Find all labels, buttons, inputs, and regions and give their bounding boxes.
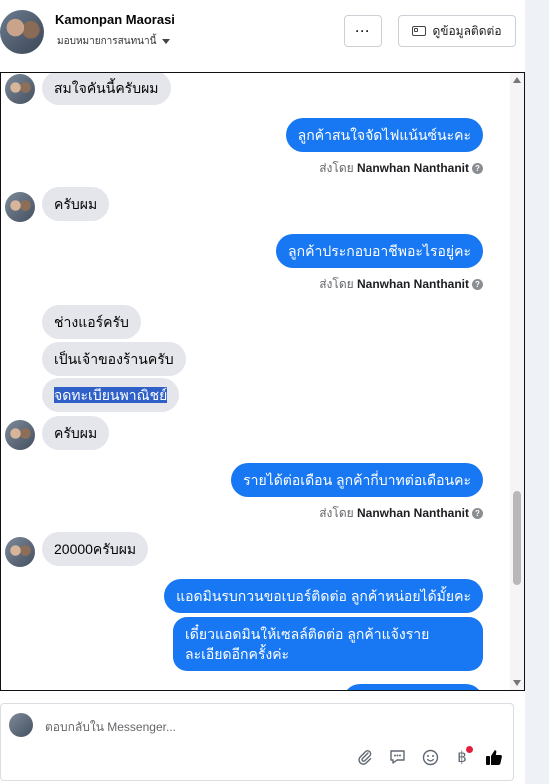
assign-conversation-dropdown[interactable]: มอบหมายการสนทนานี้ — [57, 34, 171, 49]
view-contact-label: ดูข้อมูลติดต่อ — [432, 23, 502, 38]
scroll-up-icon[interactable] — [513, 77, 521, 83]
info-icon[interactable]: ? — [472, 279, 483, 291]
scroll-down-icon[interactable] — [513, 680, 521, 686]
contact-name[interactable]: Kamonpan Maorasi — [55, 12, 175, 27]
selected-text: จดทะเบียนพาณิชย์ — [54, 387, 168, 403]
outgoing-message[interactable]: รายได้ต่อเดือน ลูกค้ากี่บาทต่อเดือนคะ — [231, 463, 483, 497]
incoming-message[interactable]: สมใจคันนี้ครับผม — [42, 73, 171, 105]
incoming-message[interactable]: ครับผม — [42, 187, 110, 221]
outgoing-message-partial[interactable] — [343, 684, 483, 690]
sender-avatar — [5, 537, 35, 567]
reply-composer[interactable]: ตอบกลับใน Messenger... ฿ — [0, 703, 514, 781]
info-icon[interactable]: ? — [472, 508, 483, 520]
outgoing-message[interactable]: แอดมินรบกวนขอเบอร์ติดต่อ ลูกค้าหน่อยได้ม… — [164, 579, 483, 613]
info-icon[interactable]: ? — [472, 163, 483, 175]
notification-dot — [466, 746, 473, 753]
caret-down-icon — [162, 38, 171, 44]
smiley-icon[interactable] — [419, 746, 441, 768]
incoming-message[interactable]: เป็นเจ้าของร้านครับ — [42, 342, 186, 376]
contact-avatar[interactable] — [0, 10, 44, 54]
side-panel-edge — [525, 0, 549, 784]
scroll-thumb[interactable] — [513, 491, 521, 585]
sent-by-label: ส่งโดย Nanwhan Nanthanit? — [319, 159, 483, 178]
baht-icon[interactable]: ฿ — [451, 746, 473, 768]
sent-by-label: ส่งโดย Nanwhan Nanthanit? — [319, 504, 483, 523]
outgoing-message[interactable]: ลูกค้าประกอบอาชีพอะไรอยู่คะ — [276, 234, 483, 268]
view-contact-button[interactable]: ดูข้อมูลติดต่อ — [398, 15, 516, 47]
sender-avatar — [5, 74, 35, 104]
sender-avatar — [5, 420, 35, 450]
sender-avatar — [5, 192, 35, 222]
more-options-button[interactable]: ··· — [344, 15, 382, 47]
sent-by-label: ส่งโดย Nanwhan Nanthanit? — [319, 275, 483, 294]
reply-input[interactable]: ตอบกลับใน Messenger... — [45, 718, 176, 737]
thumbs-up-icon[interactable] — [483, 746, 505, 768]
outgoing-message[interactable]: เดี๋ยวแอดมินให้เซลล์ติดต่อ ลูกค้าแจ้งราย… — [173, 617, 483, 671]
conversation-header: Kamonpan Maorasi มอบหมายการสนทนานี้ ··· … — [0, 0, 525, 72]
incoming-message[interactable]: ช่างแอร์ครับ — [42, 305, 141, 339]
message-thread[interactable]: สมใจคันนี้ครับผม ลูกค้าสนใจจัดไฟแน้นซ์นะ… — [0, 72, 525, 691]
scrollbar[interactable] — [510, 73, 524, 690]
incoming-message-selected[interactable]: จดทะเบียนพาณิชย์ — [42, 378, 180, 412]
incoming-message[interactable]: 20000ครับผม — [42, 532, 149, 566]
contact-card-icon — [412, 26, 427, 36]
chat-bubble-icon[interactable] — [386, 746, 408, 768]
incoming-message[interactable]: ครับผม — [42, 416, 110, 450]
assign-label: มอบหมายการสนทนานี้ — [57, 36, 157, 47]
outgoing-message[interactable]: ลูกค้าสนใจจัดไฟแน้นซ์นะคะ — [285, 118, 483, 152]
paperclip-icon[interactable] — [354, 746, 376, 768]
page-avatar — [9, 713, 33, 737]
